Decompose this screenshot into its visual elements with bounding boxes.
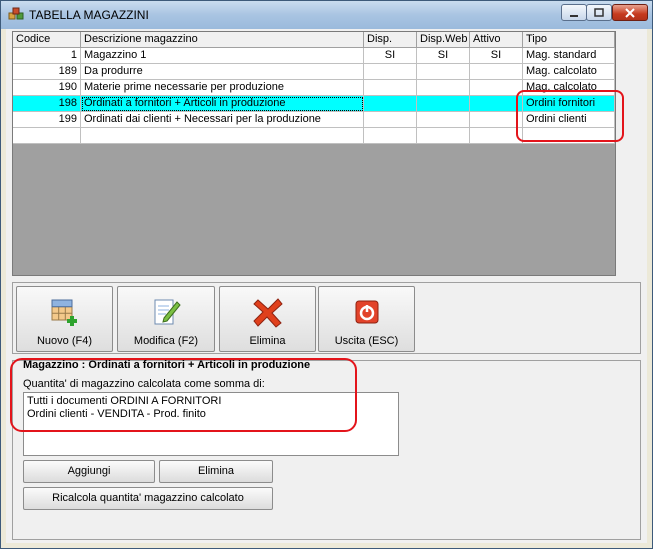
cell-codice[interactable]: 190: [13, 80, 81, 96]
cell-disp[interactable]: [364, 80, 417, 96]
power-icon: [355, 300, 378, 324]
cell-disp[interactable]: [364, 64, 417, 80]
maximize-icon: [594, 7, 604, 17]
cell-disp-web[interactable]: SI: [417, 48, 470, 64]
cell-disp-web[interactable]: [417, 128, 470, 144]
cell-disp[interactable]: [364, 96, 417, 112]
cell-codice[interactable]: [13, 128, 81, 144]
minimize-button[interactable]: [561, 4, 587, 21]
cell-descrizione[interactable]: Ordinati a fornitori + Articoli in produ…: [81, 96, 364, 112]
remove-source-button[interactable]: Elimina: [159, 460, 273, 483]
edit-button[interactable]: Modifica (F2): [117, 286, 215, 352]
delete-button[interactable]: Elimina: [219, 286, 316, 352]
client-area: Codice Descrizione magazzino Disp. Disp.…: [6, 29, 647, 543]
edit-button-label: Modifica (F2): [133, 335, 199, 347]
new-button-label: Nuovo (F4): [36, 335, 93, 347]
app-icon: [8, 7, 24, 20]
column-header-codice[interactable]: Codice: [13, 32, 81, 48]
column-header-descrizione[interactable]: Descrizione magazzino: [81, 32, 364, 48]
cell-codice[interactable]: 199: [13, 112, 81, 128]
edit-icon: [154, 299, 181, 325]
delete-x-icon: [252, 298, 283, 328]
cell-codice[interactable]: 198: [13, 96, 81, 112]
maximize-button[interactable]: [586, 4, 612, 21]
new-button[interactable]: Nuovo (F4): [16, 286, 113, 352]
cell-descrizione[interactable]: Materie prime necessarie per produzione: [81, 80, 364, 96]
column-header-attivo[interactable]: Attivo: [470, 32, 523, 48]
warehouse-table[interactable]: Codice Descrizione magazzino Disp. Disp.…: [12, 31, 616, 276]
cell-disp-web[interactable]: [417, 112, 470, 128]
main-window: TABELLA MAGAZZINI Codice Descrizione mag…: [0, 0, 653, 549]
cell-disp-web[interactable]: [417, 80, 470, 96]
cell-disp-web[interactable]: [417, 64, 470, 80]
cell-disp[interactable]: [364, 112, 417, 128]
cell-tipo[interactable]: Mag. calcolato: [523, 64, 615, 80]
highlight-panel-annotation: [10, 358, 357, 432]
cell-attivo[interactable]: [470, 80, 523, 96]
cell-descrizione[interactable]: Magazzino 1: [81, 48, 364, 64]
highlight-tipo-annotation: [516, 90, 624, 142]
cell-tipo[interactable]: Mag. standard: [523, 48, 615, 64]
cell-disp-web[interactable]: [417, 96, 470, 112]
cell-descrizione[interactable]: Da produrre: [81, 64, 364, 80]
cell-codice[interactable]: 1: [13, 48, 81, 64]
add-source-button[interactable]: Aggiungi: [23, 460, 155, 483]
exit-button-label: Uscita (ESC): [334, 335, 399, 347]
cell-disp[interactable]: SI: [364, 48, 417, 64]
column-header-tipo[interactable]: Tipo: [523, 32, 615, 48]
action-toolbar: Nuovo (F4) Modifica (F2) Elimina Uscita …: [12, 282, 641, 354]
recalculate-button[interactable]: Ricalcola quantita' magazzino calcolato: [23, 487, 273, 510]
column-header-disp[interactable]: Disp.: [364, 32, 417, 48]
close-icon: [625, 7, 635, 18]
close-button[interactable]: [612, 4, 648, 21]
cell-descrizione[interactable]: [81, 128, 364, 144]
cell-descrizione[interactable]: Ordinati dai clienti + Necessari per la …: [81, 112, 364, 128]
minimize-icon: [570, 14, 578, 17]
cell-attivo[interactable]: [470, 64, 523, 80]
cell-codice[interactable]: 189: [13, 64, 81, 80]
title-bar: TABELLA MAGAZZINI: [1, 1, 652, 29]
exit-button[interactable]: Uscita (ESC): [318, 286, 415, 352]
cell-attivo[interactable]: SI: [470, 48, 523, 64]
delete-button-label: Elimina: [249, 335, 286, 347]
cell-disp[interactable]: [364, 128, 417, 144]
column-header-disp-web[interactable]: Disp.Web: [417, 32, 470, 48]
window-title: TABELLA MAGAZZINI: [29, 8, 149, 22]
new-record-icon: [51, 299, 77, 326]
